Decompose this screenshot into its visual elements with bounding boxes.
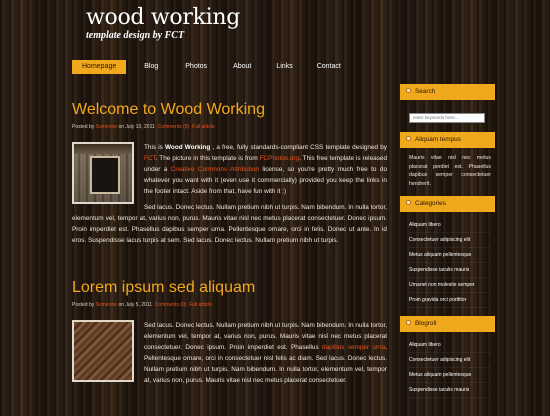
sidebar-search-box bbox=[400, 100, 495, 132]
search-input[interactable] bbox=[409, 112, 485, 123]
sidebar-heading-blogroll: Blogroll bbox=[400, 316, 495, 332]
post-title[interactable]: Lorem ipsum sed aliquam bbox=[72, 278, 387, 298]
nav-item-homepage[interactable]: Homepage bbox=[72, 60, 127, 74]
bold-text: Wood Working bbox=[165, 144, 211, 151]
sidebar-heading-label: Aliquam tempus bbox=[415, 136, 461, 143]
inline-link[interactable]: FCT bbox=[144, 155, 156, 162]
text-span: . The picture in this template is from bbox=[155, 155, 260, 162]
meta-full-article-link[interactable]: Full article bbox=[192, 124, 215, 130]
meta-date: on July 10, 2011 bbox=[118, 124, 155, 130]
sidebar: Search Aliquam tempus Mauris vitae nisl … bbox=[400, 84, 495, 406]
meta-comments-link[interactable]: Comments (0) bbox=[155, 302, 187, 308]
bullet-icon bbox=[406, 200, 411, 205]
meta-prefix: Posted by bbox=[72, 124, 95, 130]
sidebar-heading-aliquam: Aliquam tempus bbox=[400, 132, 495, 148]
nav-item-blog[interactable]: Blog bbox=[134, 60, 168, 74]
bullet-icon bbox=[406, 136, 411, 141]
nav-item-about[interactable]: About bbox=[223, 60, 261, 74]
post-paragraph: Sed lacus. Donec lectus. Nullam pretium … bbox=[72, 204, 387, 244]
meta-full-article-link[interactable]: Full article bbox=[189, 302, 212, 308]
text-span: , a free, fully standards-compliant CSS … bbox=[210, 144, 387, 151]
post-body: Sed lacus. Donec lectus. Nullam pretium … bbox=[72, 320, 387, 386]
site-subtitle: template design by FCT bbox=[86, 30, 185, 41]
nav-item-links[interactable]: Links bbox=[266, 60, 302, 74]
post-thumbnail-image bbox=[72, 320, 134, 382]
blogroll-link[interactable]: Aliquam libero bbox=[409, 338, 491, 353]
blogroll-link[interactable]: Suspendisse iaculis mauris bbox=[409, 383, 491, 398]
blogroll-link[interactable]: Consectetuer adipiscing elit bbox=[409, 353, 491, 368]
site-header: wood working template design by FCT bbox=[0, 0, 550, 52]
meta-comments-link[interactable]: Comments (0) bbox=[158, 124, 190, 130]
post-thumbnail-image bbox=[72, 142, 134, 204]
post-meta: Posted by Someone on July 5, 2011 Commen… bbox=[72, 302, 387, 308]
category-list: Aliquam libero Consectetuer adipiscing e… bbox=[409, 218, 491, 308]
sidebar-aliquam-box: Mauris vitae nisl nec metus placerat per… bbox=[400, 148, 495, 196]
post: Welcome to Wood Working Posted by Someon… bbox=[72, 100, 387, 246]
post: Lorem ipsum sed aliquam Posted by Someon… bbox=[72, 278, 387, 386]
sidebar-blogroll-box: Aliquam libero Consectetuer adipiscing e… bbox=[400, 332, 495, 406]
sidebar-heading-label: Blogroll bbox=[415, 320, 437, 327]
nav-item-photos[interactable]: Photos bbox=[175, 60, 217, 74]
meta-date: on July 5, 2011 bbox=[118, 302, 152, 308]
nav-item-contact[interactable]: Contact bbox=[307, 60, 351, 74]
main-nav: Homepage Blog Photos About Links Contact bbox=[72, 60, 351, 74]
category-link[interactable]: Consectetuer adipiscing elit bbox=[409, 233, 491, 248]
inline-link[interactable]: dapibus semper urna bbox=[322, 344, 385, 351]
blogroll-list: Aliquam libero Consectetuer adipiscing e… bbox=[409, 338, 491, 398]
sidebar-text: Mauris vitae nisl nec metus placerat per… bbox=[409, 155, 491, 187]
meta-author-link[interactable]: Someone bbox=[96, 124, 117, 130]
inline-link[interactable]: FCPhotos.org bbox=[260, 155, 299, 162]
bullet-icon bbox=[406, 320, 411, 325]
sidebar-heading-label: Categories bbox=[415, 200, 446, 207]
category-link[interactable]: Proin gravida orci porttitor bbox=[409, 293, 491, 308]
bullet-icon bbox=[406, 88, 411, 93]
category-link[interactable]: Aliquam libero bbox=[409, 218, 491, 233]
sidebar-heading-search: Search bbox=[400, 84, 495, 100]
sidebar-heading-categories: Categories bbox=[400, 196, 495, 212]
category-link[interactable]: Suspendisse iaculis mauris bbox=[409, 263, 491, 278]
blogroll-link[interactable]: Metus aliquam pellentesque bbox=[409, 368, 491, 383]
site-title[interactable]: wood working bbox=[86, 5, 240, 30]
post-meta: Posted by Someone on July 10, 2011 Comme… bbox=[72, 124, 387, 130]
inline-link[interactable]: Creative Commons Attribution bbox=[171, 166, 259, 173]
category-link[interactable]: Urnanet non molestie semper bbox=[409, 278, 491, 293]
sidebar-categories-box: Aliquam libero Consectetuer adipiscing e… bbox=[400, 212, 495, 316]
text-span: This is bbox=[144, 144, 165, 151]
meta-prefix: Posted by bbox=[72, 302, 95, 308]
meta-author-link[interactable]: Someone bbox=[96, 302, 117, 308]
post-body: This is Wood Working , a free, fully sta… bbox=[72, 142, 387, 246]
sidebar-heading-label: Search bbox=[415, 88, 436, 95]
category-link[interactable]: Metus aliquam pellentesque bbox=[409, 248, 491, 263]
post-title[interactable]: Welcome to Wood Working bbox=[72, 100, 387, 120]
